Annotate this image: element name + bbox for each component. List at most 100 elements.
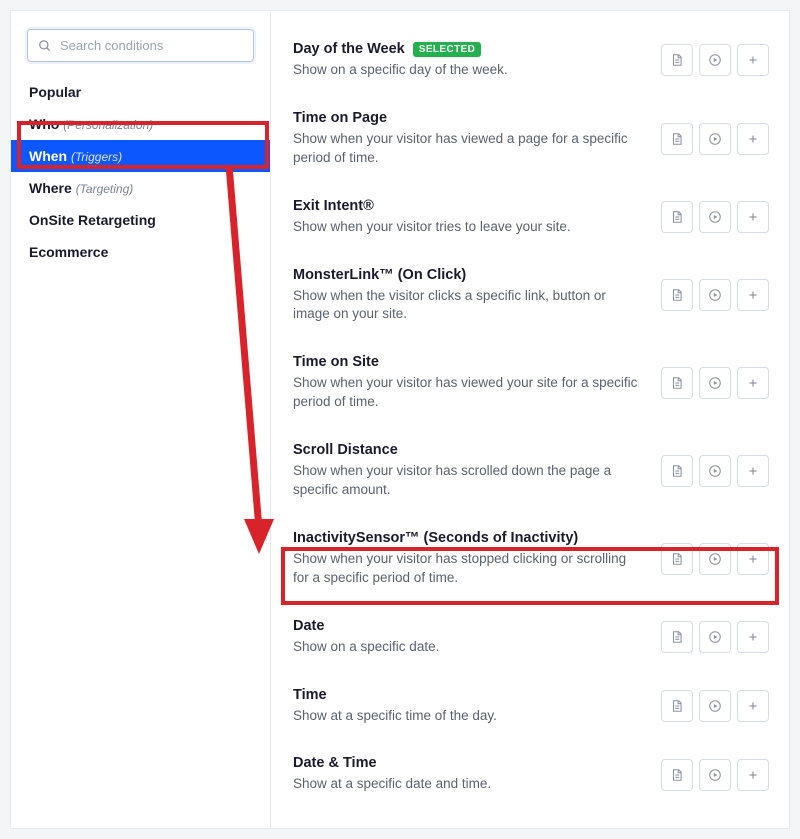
add-button[interactable]: [737, 279, 769, 311]
condition-row: Exit Intent® Show when your visitor trie…: [293, 184, 769, 253]
title-text: Time on Page: [293, 110, 387, 126]
condition-row: Time on Site Show when your visitor has …: [293, 340, 769, 428]
doc-button[interactable]: [661, 759, 693, 791]
sidebar-item-who[interactable]: Who (Personalization): [11, 108, 270, 140]
document-icon: [670, 288, 684, 302]
condition-text: Time on Site Show when your visitor has …: [293, 354, 651, 412]
play-button[interactable]: [699, 621, 731, 653]
condition-desc: Show at a specific date and time.: [293, 775, 641, 794]
play-button[interactable]: [699, 44, 731, 76]
add-button[interactable]: [737, 759, 769, 791]
sidebar-item-label: Popular: [29, 84, 81, 100]
document-icon: [670, 132, 684, 146]
plus-icon: [746, 699, 760, 713]
plus-icon: [746, 630, 760, 644]
play-button[interactable]: [699, 690, 731, 722]
play-circle-icon: [708, 699, 722, 713]
condition-desc: Show at a specific time of the day.: [293, 707, 641, 726]
condition-desc: Show when your visitor has scrolled down…: [293, 462, 641, 500]
add-button[interactable]: [737, 690, 769, 722]
play-circle-icon: [708, 132, 722, 146]
play-circle-icon: [708, 376, 722, 390]
play-button[interactable]: [699, 123, 731, 155]
doc-button[interactable]: [661, 44, 693, 76]
condition-text: Exit Intent® Show when your visitor trie…: [293, 198, 651, 237]
title-text: Time: [293, 687, 327, 703]
condition-text: Time Show at a specific time of the day.: [293, 687, 651, 726]
sidebar-item-popular[interactable]: Popular: [11, 76, 270, 108]
conditions-list: Day of the Week SELECTED Show on a speci…: [271, 11, 789, 828]
condition-title: Time on Site: [293, 354, 641, 370]
play-button[interactable]: [699, 455, 731, 487]
doc-button[interactable]: [661, 455, 693, 487]
play-circle-icon: [708, 630, 722, 644]
add-button[interactable]: [737, 543, 769, 575]
doc-button[interactable]: [661, 123, 693, 155]
play-circle-icon: [708, 53, 722, 67]
condition-title: Date & Time: [293, 755, 641, 771]
condition-title: Time on Page: [293, 110, 641, 126]
sidebar-item-onsite-retargeting[interactable]: OnSite Retargeting: [11, 204, 270, 236]
condition-row: Date & Time Show at a specific date and …: [293, 741, 769, 810]
plus-icon: [746, 552, 760, 566]
play-button[interactable]: [699, 759, 731, 791]
document-icon: [670, 376, 684, 390]
title-text: Day of the Week: [293, 41, 405, 57]
doc-button[interactable]: [661, 279, 693, 311]
condition-actions: [661, 690, 769, 722]
search-input[interactable]: [60, 38, 243, 53]
plus-icon: [746, 210, 760, 224]
sidebar-item-sub: (Personalization): [63, 118, 153, 132]
condition-row: MonsterLink™ (On Click) Show when the vi…: [293, 253, 769, 341]
selected-badge: SELECTED: [413, 42, 482, 57]
condition-title: MonsterLink™ (On Click): [293, 267, 641, 283]
sidebar-item-label: Who: [29, 116, 59, 132]
document-icon: [670, 210, 684, 224]
condition-row: Date Show on a specific date.: [293, 604, 769, 673]
condition-actions: [661, 367, 769, 399]
document-icon: [670, 699, 684, 713]
sidebar-item-ecommerce[interactable]: Ecommerce: [11, 236, 270, 268]
condition-actions: [661, 455, 769, 487]
add-button[interactable]: [737, 201, 769, 233]
condition-row: InactivitySensor™ (Seconds of Inactivity…: [293, 516, 769, 604]
document-icon: [670, 630, 684, 644]
add-button[interactable]: [737, 367, 769, 399]
condition-title: Scroll Distance: [293, 442, 641, 458]
condition-text: Day of the Week SELECTED Show on a speci…: [293, 41, 651, 80]
sidebar-item-label: Ecommerce: [29, 244, 108, 260]
condition-text: InactivitySensor™ (Seconds of Inactivity…: [293, 530, 651, 588]
doc-button[interactable]: [661, 367, 693, 399]
play-circle-icon: [708, 288, 722, 302]
plus-icon: [746, 288, 760, 302]
play-button[interactable]: [699, 367, 731, 399]
add-button[interactable]: [737, 44, 769, 76]
play-circle-icon: [708, 768, 722, 782]
play-button[interactable]: [699, 279, 731, 311]
condition-title: Exit Intent®: [293, 198, 641, 214]
doc-button[interactable]: [661, 621, 693, 653]
document-icon: [670, 768, 684, 782]
doc-button[interactable]: [661, 543, 693, 575]
play-button[interactable]: [699, 201, 731, 233]
condition-actions: [661, 201, 769, 233]
search-box[interactable]: [27, 29, 254, 62]
add-button[interactable]: [737, 123, 769, 155]
doc-button[interactable]: [661, 201, 693, 233]
title-text: Scroll Distance: [293, 442, 398, 458]
condition-desc: Show when your visitor has stopped click…: [293, 550, 641, 588]
condition-text: Date & Time Show at a specific date and …: [293, 755, 651, 794]
condition-actions: [661, 279, 769, 311]
condition-text: MonsterLink™ (On Click) Show when the vi…: [293, 267, 651, 325]
add-button[interactable]: [737, 455, 769, 487]
sidebar: Popular Who (Personalization) When (Trig…: [11, 11, 271, 828]
sidebar-item-when[interactable]: When (Triggers): [11, 140, 270, 172]
play-button[interactable]: [699, 543, 731, 575]
title-text: MonsterLink™ (On Click): [293, 267, 466, 283]
sidebar-item-where[interactable]: Where (Targeting): [11, 172, 270, 204]
sidebar-item-label: Where: [29, 180, 72, 196]
sidebar-item-sub: (Targeting): [76, 182, 134, 196]
condition-actions: [661, 543, 769, 575]
doc-button[interactable]: [661, 690, 693, 722]
add-button[interactable]: [737, 621, 769, 653]
